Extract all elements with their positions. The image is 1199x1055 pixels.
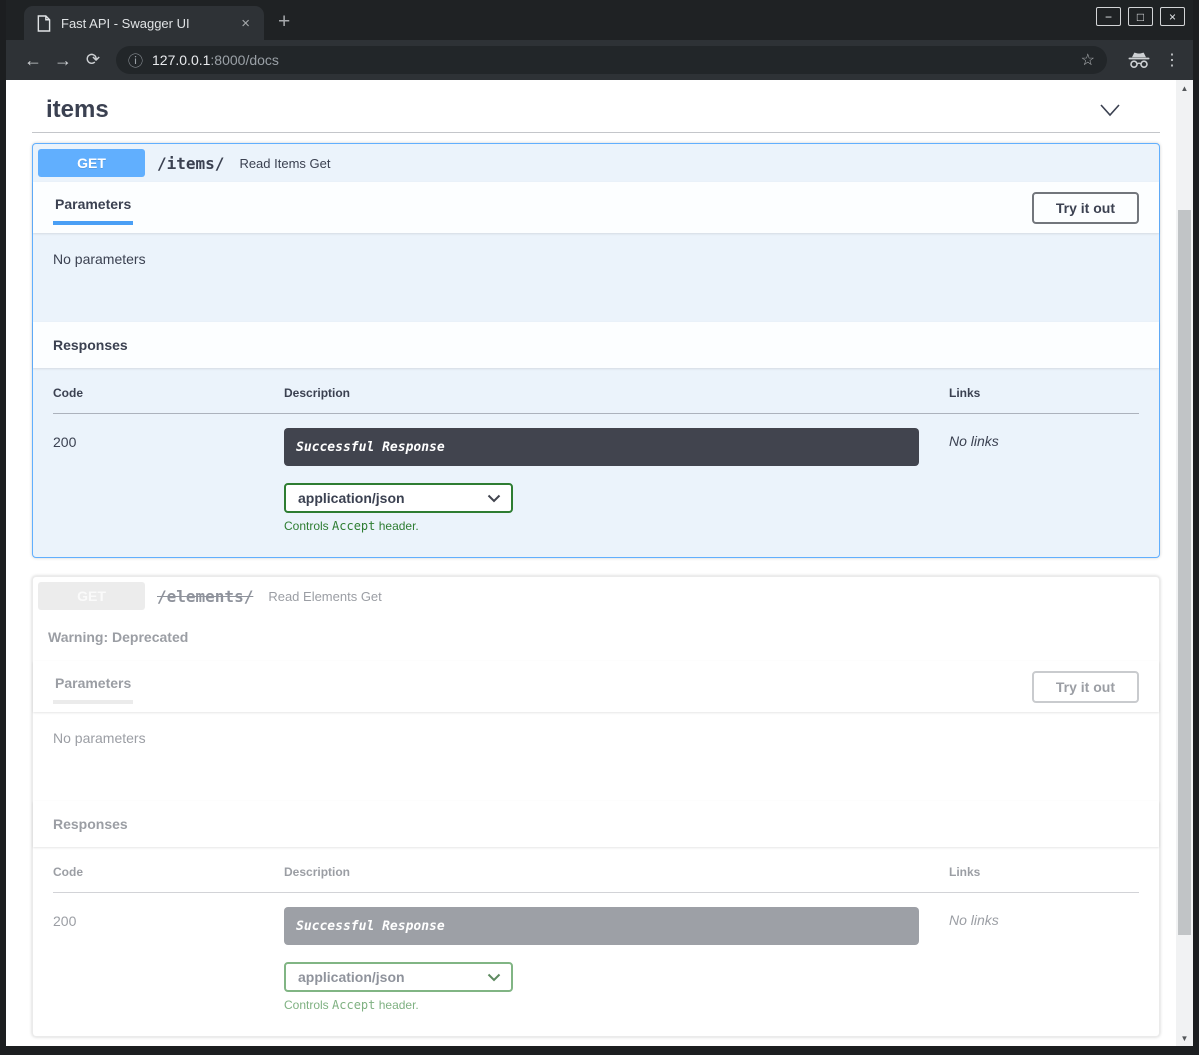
response-links: No links: [949, 414, 1139, 534]
url-host: 127.0.0.1: [152, 52, 210, 68]
method-badge: GET: [38, 149, 145, 177]
bookmark-star-icon[interactable]: ☆: [1081, 50, 1095, 70]
browser-titlebar: Fast API - Swagger UI × + − □ ×: [6, 0, 1193, 40]
endpoint-summary: Read Elements Get: [268, 589, 381, 604]
parameters-header: Parameters Try it out: [33, 661, 1159, 712]
browser-toolbar: ← → ⟳ ⓘ 127.0.0.1:8000/docs ☆ ⋮: [6, 40, 1193, 80]
tab-parameters[interactable]: Parameters: [53, 190, 133, 225]
swagger-page: items GET /items/ Read Items Get Paramet…: [6, 80, 1176, 1046]
close-window-button[interactable]: ×: [1160, 7, 1185, 26]
links-header: Links: [949, 386, 1139, 414]
reload-icon[interactable]: ⟳: [78, 50, 108, 70]
scroll-up-icon[interactable]: ▲: [1176, 80, 1193, 96]
responses-title: Responses: [53, 816, 128, 832]
responses-header: Responses: [33, 322, 1159, 368]
opblock-summary[interactable]: GET /items/ Read Items Get: [33, 144, 1159, 182]
chevron-down-icon: [487, 973, 501, 982]
tab-close-icon[interactable]: ×: [237, 15, 254, 32]
description-header: Description: [284, 386, 949, 414]
tab-parameters[interactable]: Parameters: [53, 669, 133, 704]
no-parameters-text: No parameters: [53, 251, 1139, 267]
response-code: 200: [53, 414, 284, 534]
media-type-select[interactable]: application/json: [284, 483, 513, 513]
parameters-body: No parameters: [33, 233, 1159, 322]
responses-table: Code Description Links 200 Successful Re: [53, 386, 1139, 533]
accept-header-note: Controls Accept header.: [284, 519, 919, 533]
browser-tab[interactable]: Fast API - Swagger UI ×: [24, 6, 264, 40]
tab-title: Fast API - Swagger UI: [61, 16, 237, 31]
forward-icon[interactable]: →: [48, 50, 78, 71]
new-tab-button[interactable]: +: [278, 10, 290, 34]
page-icon: [36, 15, 51, 32]
section-title: items: [46, 96, 109, 124]
collapse-chevron-icon[interactable]: [1098, 101, 1150, 119]
parameters-header: Parameters Try it out: [33, 182, 1159, 233]
deprecated-warning: Warning: Deprecated: [33, 615, 1159, 661]
responses-title: Responses: [53, 337, 128, 353]
page-content: items GET /items/ Read Items Get Paramet…: [6, 80, 1193, 1046]
browser-menu-icon[interactable]: ⋮: [1163, 50, 1181, 70]
minimize-button[interactable]: −: [1096, 7, 1121, 26]
responses-header: Responses: [33, 801, 1159, 847]
code-header: Code: [53, 865, 284, 893]
no-parameters-text: No parameters: [53, 730, 1139, 746]
response-code: 200: [53, 893, 284, 1013]
response-description-box: Successful Response: [284, 907, 919, 945]
response-row: 200 Successful Response application/json: [53, 414, 1139, 534]
endpoint-summary: Read Items Get: [239, 156, 330, 171]
chevron-down-icon: [487, 494, 501, 503]
opblock-get-elements-deprecated: GET /elements/ Read Elements Get Warning…: [32, 576, 1160, 1037]
try-it-out-button[interactable]: Try it out: [1032, 671, 1139, 703]
tag-section-header: items: [32, 86, 1160, 133]
responses-table: Code Description Links 200 Successful Re: [53, 865, 1139, 1012]
endpoint-path: /items/: [157, 154, 224, 173]
scroll-down-icon[interactable]: ▼: [1176, 1030, 1193, 1046]
parameters-body: No parameters: [33, 712, 1159, 801]
responses-table-wrapper: Code Description Links 200 Successful Re: [33, 847, 1159, 1036]
incognito-icon: [1127, 52, 1151, 69]
back-icon[interactable]: ←: [18, 50, 48, 71]
opblock-summary[interactable]: GET /elements/ Read Elements Get: [33, 577, 1159, 615]
response-links: No links: [949, 893, 1139, 1013]
window-controls: − □ ×: [1096, 7, 1185, 26]
endpoint-path: /elements/: [157, 587, 253, 606]
maximize-button[interactable]: □: [1128, 7, 1153, 26]
response-row: 200 Successful Response application/json: [53, 893, 1139, 1013]
site-info-icon[interactable]: ⓘ: [128, 50, 143, 71]
code-header: Code: [53, 386, 284, 414]
method-badge: GET: [38, 582, 145, 610]
links-header: Links: [949, 865, 1139, 893]
scrollbar-thumb[interactable]: [1178, 210, 1191, 935]
media-type-select[interactable]: application/json: [284, 962, 513, 992]
description-header: Description: [284, 865, 949, 893]
opblock-get-items: GET /items/ Read Items Get Parameters Tr…: [32, 143, 1160, 558]
browser-window: Fast API - Swagger UI × + − □ × ← → ⟳ ⓘ …: [0, 0, 1199, 1055]
response-description-box: Successful Response: [284, 428, 919, 466]
responses-table-wrapper: Code Description Links 200 Successful Re: [33, 368, 1159, 557]
try-it-out-button[interactable]: Try it out: [1032, 192, 1139, 224]
page-scrollbar[interactable]: ▲ ▼: [1176, 80, 1193, 1046]
accept-header-note: Controls Accept header.: [284, 998, 919, 1012]
url-path: :8000/docs: [210, 52, 279, 68]
address-bar[interactable]: ⓘ 127.0.0.1:8000/docs ☆: [116, 46, 1107, 74]
